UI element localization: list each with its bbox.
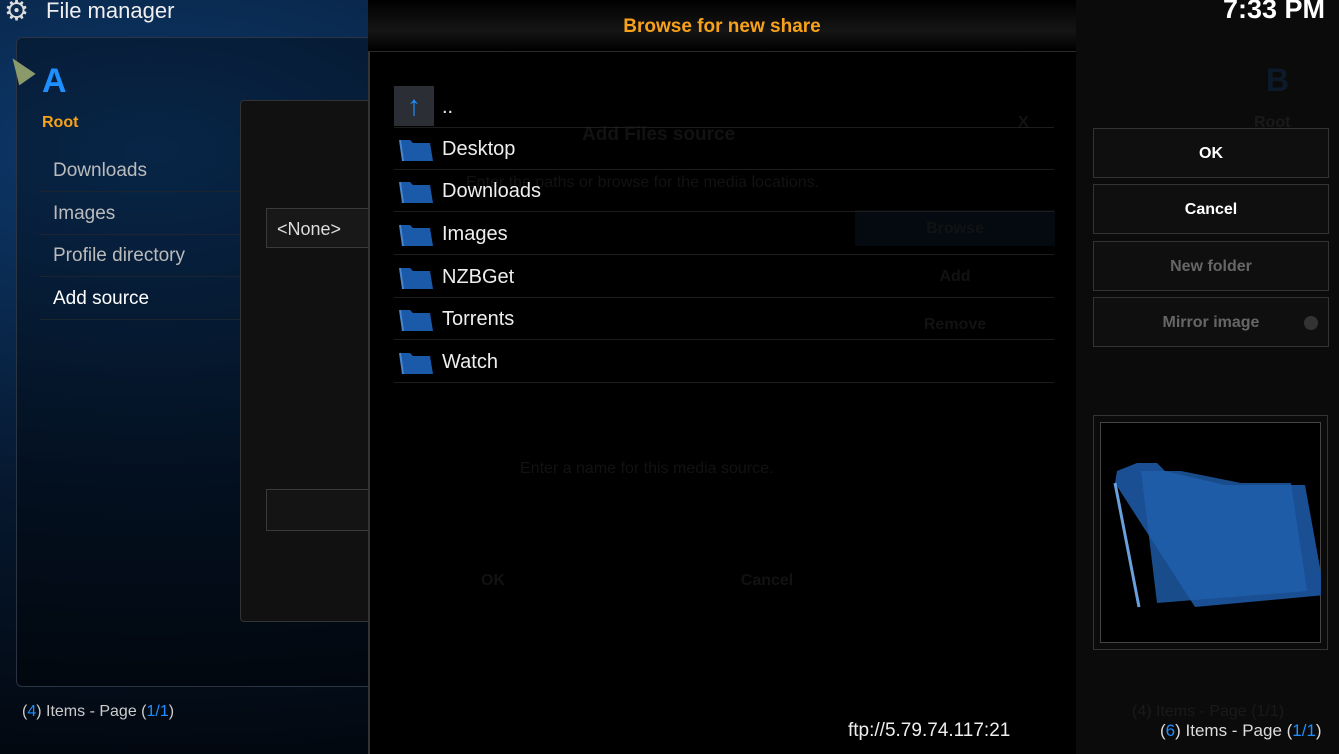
item-count: 6 [1165, 721, 1176, 740]
root-label: Root [42, 114, 79, 131]
list-item-label: Desktop [442, 138, 516, 160]
folder-icon [399, 309, 433, 332]
footer-text: ) Items - Page ( [1175, 721, 1293, 740]
dialog-title: Browse for new share [368, 0, 1076, 52]
window-title: File manager [46, 0, 175, 23]
list-item[interactable]: Torrents [394, 298, 1054, 340]
mirror-image-button[interactable]: Mirror image [1093, 297, 1329, 347]
background-dialog [240, 100, 380, 622]
new-folder-button[interactable]: New folder [1093, 241, 1329, 291]
list-item-parent[interactable]: ↑ .. [394, 86, 1054, 128]
sort-letter: A [42, 62, 67, 100]
ok-button[interactable]: OK [1093, 128, 1329, 178]
list-item-label: Torrents [442, 308, 515, 330]
page-number: 1/1 [1292, 721, 1316, 740]
list-item-label: .. [442, 96, 454, 118]
ghost-ok: OK [481, 572, 505, 589]
list-item[interactable]: Desktop [394, 128, 1054, 170]
footer-text: ) Items - Page ( [36, 703, 147, 720]
up-arrow-icon: ↑ [394, 86, 434, 126]
large-folder-icon [1113, 463, 1321, 608]
clock: 7:33 PM [1222, 0, 1325, 24]
right-footer: (6) Items - Page (1/1) [1160, 721, 1322, 740]
list-item[interactable]: NZBGet [394, 256, 1054, 298]
folder-icon [399, 181, 433, 204]
cancel-button[interactable]: Cancel [1093, 184, 1329, 234]
name-field-bg [266, 489, 376, 531]
list-item[interactable]: Downloads [394, 170, 1054, 212]
ghost-footer: (4) Items - Page (1/1) [1132, 703, 1285, 720]
list-item-label: Downloads [442, 180, 541, 202]
list-item-label: Images [442, 223, 508, 245]
list-item-label: Watch [442, 351, 498, 373]
folder-icon [399, 267, 433, 290]
folder-icon [399, 352, 433, 375]
list-item[interactable]: Images [394, 213, 1054, 255]
folder-icon [399, 139, 433, 162]
item-count: 4 [27, 703, 37, 720]
list-item-label: NZBGet [442, 266, 515, 288]
mirror-image-toggle[interactable] [1304, 316, 1318, 330]
page-number: 1/1 [146, 703, 169, 720]
gear-icon: ⚙ [4, 0, 30, 26]
mirror-image-label: Mirror image [1162, 314, 1260, 331]
ghost-letter-b: B [1266, 62, 1290, 98]
ghost-name-hint: Enter a name for this media source. [520, 460, 774, 477]
folder-icon [399, 224, 433, 247]
list-item[interactable]: Watch [394, 341, 1054, 383]
left-footer: (4) Items - Page (1/1) [22, 703, 175, 720]
current-path: ftp://5.79.74.117:21 [848, 720, 1011, 741]
none-field[interactable]: <None> [266, 208, 376, 248]
thumbnail-frame [1093, 415, 1328, 650]
ghost-cancel: Cancel [740, 572, 794, 589]
